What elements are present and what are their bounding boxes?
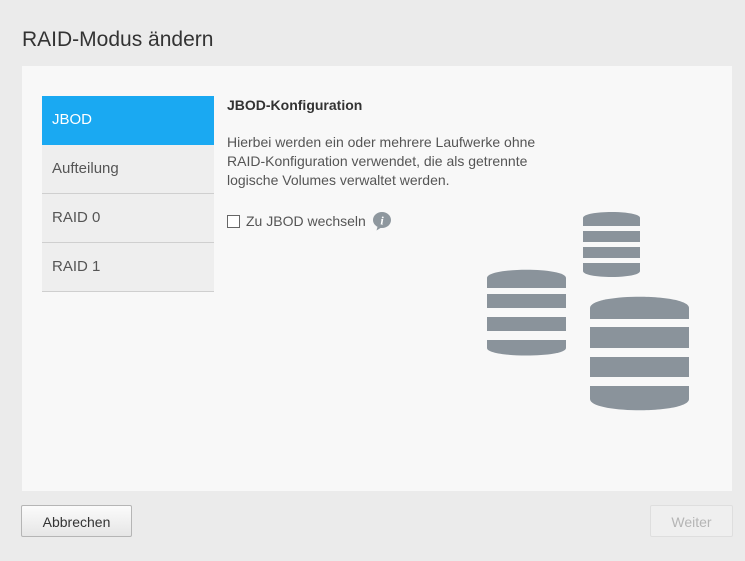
large-disk-stack-icon xyxy=(590,296,689,411)
next-button[interactable]: Weiter xyxy=(650,505,733,537)
small-disk-stack-icon xyxy=(583,212,640,277)
cancel-button[interactable]: Abbrechen xyxy=(21,505,132,537)
main-panel: JBOD Aufteilung RAID 0 RAID 1 JBOD-Konfi… xyxy=(22,66,732,491)
disk-stack-illustration xyxy=(487,212,689,411)
dialog-title: RAID-Modus ändern xyxy=(22,28,214,51)
medium-disk-stack-icon xyxy=(487,269,566,356)
